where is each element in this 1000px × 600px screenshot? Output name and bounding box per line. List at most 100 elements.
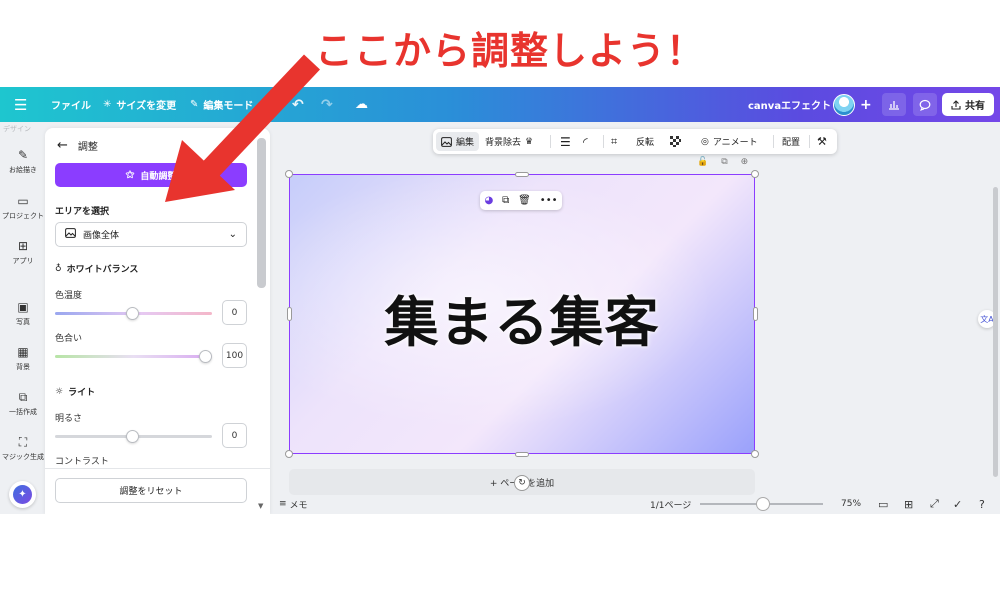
cloud-save-icon[interactable]: ☁ (355, 87, 368, 122)
resize-handle-right[interactable] (753, 307, 758, 321)
photo-icon: ▣ (17, 300, 29, 314)
bg-remove-button[interactable]: 背景除去 ♛ (485, 129, 533, 154)
insights-chart-icon[interactable] (882, 93, 906, 116)
add-page-icon[interactable]: ⊕ (741, 157, 749, 167)
transparency-icon[interactable] (670, 129, 681, 154)
crop-icon[interactable]: ⌗ (611, 129, 617, 154)
canvas-scrollbar[interactable] (993, 187, 998, 477)
menu-icon[interactable]: ☰ (14, 87, 27, 122)
undo-icon[interactable]: ↶ (292, 87, 304, 122)
canvas-headline-text[interactable]: 集まる集客 (290, 278, 754, 357)
edit-mode-button[interactable]: ✎ 編集モード (190, 87, 253, 122)
duplicate-icon[interactable]: ⧉ (502, 195, 509, 206)
fullscreen-icon[interactable]: ⤢ (930, 494, 939, 514)
sparkle-icon: ✳ (103, 99, 112, 110)
panel-divider (45, 468, 270, 469)
more-options-icon[interactable]: ••• (540, 195, 558, 206)
rotate-icon[interactable]: ↻ (514, 475, 530, 491)
animate-icon: ◎ (701, 136, 709, 147)
corner-rounding-icon[interactable]: ◜ (583, 129, 588, 154)
auto-adjust-label: 自動調整 (140, 171, 177, 182)
share-button[interactable]: 共有 (942, 93, 994, 116)
magic-media-icon: ⛶ (18, 435, 28, 449)
resize-handle-left[interactable] (287, 307, 292, 321)
area-select-dropdown[interactable]: 画像全体 ⌄ (55, 222, 247, 247)
lock-icon[interactable]: 🔓 (697, 157, 708, 167)
temperature-value[interactable]: 0 (222, 300, 247, 325)
rail-item-background[interactable]: ▦ 背景 (0, 345, 46, 372)
magic-assistant-button[interactable]: ✦ (9, 481, 36, 508)
resize-handle-top-right[interactable] (751, 170, 759, 178)
temperature-slider-thumb[interactable] (126, 307, 139, 320)
notes-button[interactable]: ≡ メモ (279, 494, 308, 514)
canva-editor: ☰ ファイル ✳ サイズを変更 ✎ 編集モード ↶ ↷ ☁ canvaエフェクト +… (0, 87, 1000, 514)
rail-item-label: 背景 (16, 363, 30, 371)
page-view-icon[interactable]: ▭ (878, 494, 888, 514)
tint-slider-thumb[interactable] (199, 350, 212, 363)
tint-label: 色合い (55, 334, 83, 344)
flip-button[interactable]: 反転 (636, 129, 654, 154)
toolbar-divider (550, 135, 551, 148)
auto-adjust-button[interactable]: ⚝ 自動調整 (55, 163, 247, 187)
edit-image-button[interactable]: 編集 (436, 132, 480, 151)
position-button[interactable]: 配置 (782, 129, 800, 154)
brightness-value[interactable]: 0 (222, 423, 247, 448)
rail-item-bulk-create[interactable]: ⧉ 一括作成 (0, 390, 46, 417)
annotation-headline: ここから調整しよう！ (315, 29, 706, 73)
image-toolbar: 編集 背景除去 ♛ ☰ ◜ ⌗ 反転 ◎ アニメート 配置 ⚒ (433, 129, 837, 154)
resize-handle-bottom-right[interactable] (751, 450, 759, 458)
rail-item-label: お絵描き (9, 166, 37, 174)
resize-handle-top[interactable] (515, 172, 529, 177)
sun-icon: ☼ (55, 386, 64, 397)
redo-icon[interactable]: ↷ (321, 87, 333, 122)
adjust-panel: ← 調整 ⚝ 自動調整 エリアを選択 画像全体 ⌄ ♁ ホワイトバランス 色温度… (45, 128, 270, 514)
edit-label: 編集 (456, 138, 475, 148)
avatar[interactable] (833, 94, 855, 116)
rail-item-draw[interactable]: ✎ お絵描き (0, 148, 46, 175)
rail-item-label: マジック生成 (2, 453, 44, 461)
rail-item-label: 写真 (16, 318, 30, 326)
light-heading: ☼ ライト (55, 385, 95, 399)
notes-icon: ≡ (279, 499, 287, 509)
resize-handle-top-left[interactable] (285, 170, 293, 178)
back-arrow-icon[interactable]: ← (57, 138, 68, 153)
rail-item-projects[interactable]: ▭ プロジェクト (0, 194, 46, 221)
grid-view-icon[interactable]: ⊞ (904, 494, 913, 514)
toolbar-divider (809, 135, 810, 148)
scroll-down-icon[interactable]: ▼ (258, 502, 263, 510)
left-rail: デザイン ✎ お絵描き ▭ プロジェクト ⊞ アプリ ▣ 写真 ▦ 背景 ⧉ 一… (0, 122, 46, 514)
brightness-slider-thumb[interactable] (126, 430, 139, 443)
check-icon[interactable]: ✓ (953, 494, 962, 514)
rail-item-magic-media[interactable]: ⛶ マジック生成 (0, 435, 46, 462)
rail-item-photos[interactable]: ▣ 写真 (0, 300, 46, 327)
duplicate-page-icon[interactable]: ⧉ (721, 157, 727, 167)
help-icon[interactable]: ? (979, 494, 985, 514)
design-canvas[interactable]: 集まる集客 (289, 174, 755, 454)
panel-scrollbar[interactable] (257, 138, 266, 288)
resize-handle-bottom[interactable] (515, 452, 529, 457)
rail-item-apps[interactable]: ⊞ アプリ (0, 239, 46, 266)
contrast-label: コントラスト (55, 457, 109, 467)
zoom-level[interactable]: 75% (841, 494, 861, 514)
tint-value[interactable]: 100 (222, 343, 247, 368)
page-indicator[interactable]: 1/1ページ (650, 494, 691, 514)
trash-icon[interactable]: 🗑 (518, 195, 531, 206)
border-style-icon[interactable]: ☰ (560, 129, 571, 154)
brightness-label: 明るさ (55, 414, 83, 424)
tint-slider-track[interactable] (55, 355, 212, 358)
copy-style-icon[interactable]: ⚒ (817, 129, 827, 154)
zoom-slider-thumb[interactable] (756, 497, 770, 511)
file-menu[interactable]: ファイル (51, 87, 91, 122)
document-title[interactable]: canvaエフェクト (748, 87, 831, 122)
bulk-create-icon: ⧉ (18, 390, 28, 404)
resize-button[interactable]: ✳ サイズを変更 (103, 87, 176, 122)
resize-handle-bottom-left[interactable] (285, 450, 293, 458)
reset-adjustments-button[interactable]: 調整をリセット (55, 478, 247, 503)
magic-edit-icon[interactable]: ◕ (484, 195, 493, 206)
toolbar-divider (603, 135, 604, 148)
comment-icon[interactable] (913, 93, 937, 116)
crown-icon: ♛ (525, 136, 534, 147)
add-collaborator-icon[interactable]: + (860, 87, 872, 122)
chevron-down-icon: ⌄ (228, 229, 237, 240)
animate-button[interactable]: ◎ アニメート (701, 129, 758, 154)
